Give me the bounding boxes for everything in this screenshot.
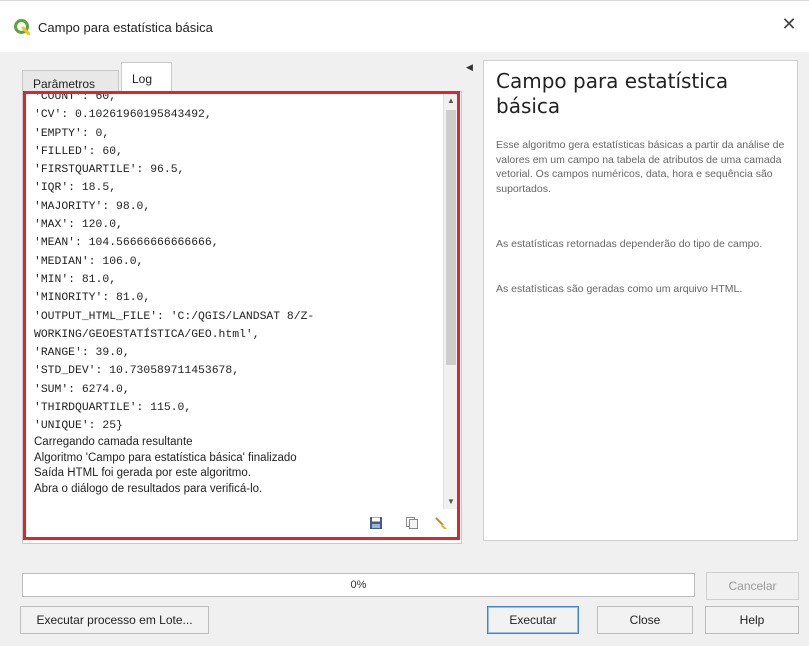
help-paragraph: As estatísticas retornadas dependerão do… — [496, 238, 763, 250]
progress-bar: 0% — [22, 573, 695, 597]
collapse-panel-icon[interactable]: ◀ — [466, 62, 473, 73]
run-button[interactable]: Executar — [487, 606, 579, 634]
help-paragraph: Esse algoritmo gera estatísticas básicas… — [496, 139, 785, 195]
tab-log[interactable]: Log — [121, 62, 172, 92]
close-button[interactable]: Close — [597, 606, 693, 634]
help-button[interactable]: Help — [705, 606, 799, 634]
progress-text: 0% — [350, 579, 367, 591]
window-title: Campo para estatística básica — [38, 20, 213, 35]
help-panel: Campo para estatística básica Esse algor… — [483, 60, 798, 541]
qgis-logo-icon — [14, 19, 30, 35]
cancel-button[interactable]: Cancelar — [706, 572, 799, 600]
batch-process-button[interactable]: Executar processo em Lote... — [20, 606, 209, 634]
help-title: Campo para estatística básica — [496, 69, 729, 118]
close-window-icon[interactable]: ✕ — [779, 15, 799, 35]
highlight-frame — [23, 91, 460, 540]
help-paragraph: As estatísticas são geradas como um arqu… — [496, 283, 743, 295]
title-bar: Campo para estatística básica ✕ — [0, 0, 809, 52]
